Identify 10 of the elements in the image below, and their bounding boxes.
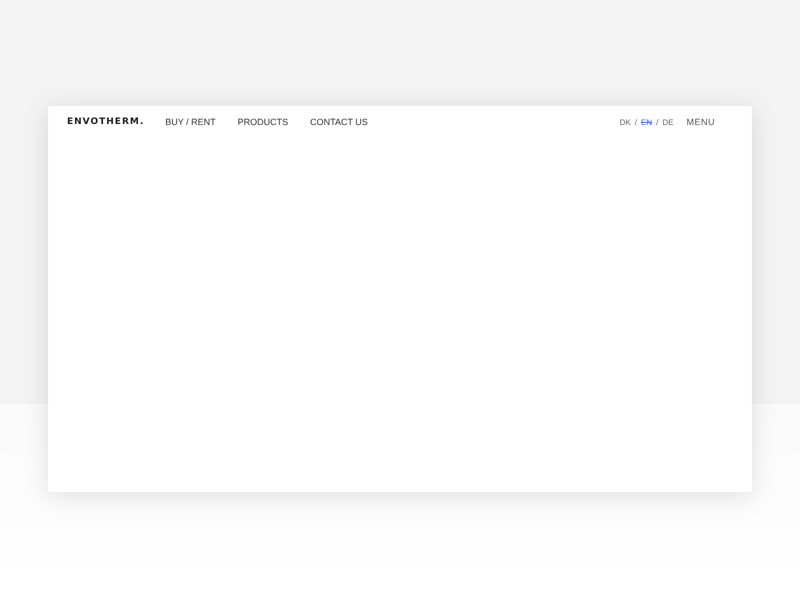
- separator: /: [634, 117, 638, 129]
- language-link[interactable]: EN: [641, 117, 652, 129]
- nav-link[interactable]: PRODUCTS: [238, 116, 288, 130]
- logo[interactable]: ENVOTHERM.: [67, 116, 144, 130]
- separator: /: [656, 117, 658, 129]
- nav-link[interactable]: CONTACT US: [310, 116, 368, 130]
- menu-link[interactable]: MENU: [686, 116, 715, 130]
- nav-link[interactable]: BUY / RENT: [165, 116, 216, 130]
- language-link[interactable]: DK: [620, 117, 631, 129]
- language-link[interactable]: DE: [662, 117, 674, 129]
